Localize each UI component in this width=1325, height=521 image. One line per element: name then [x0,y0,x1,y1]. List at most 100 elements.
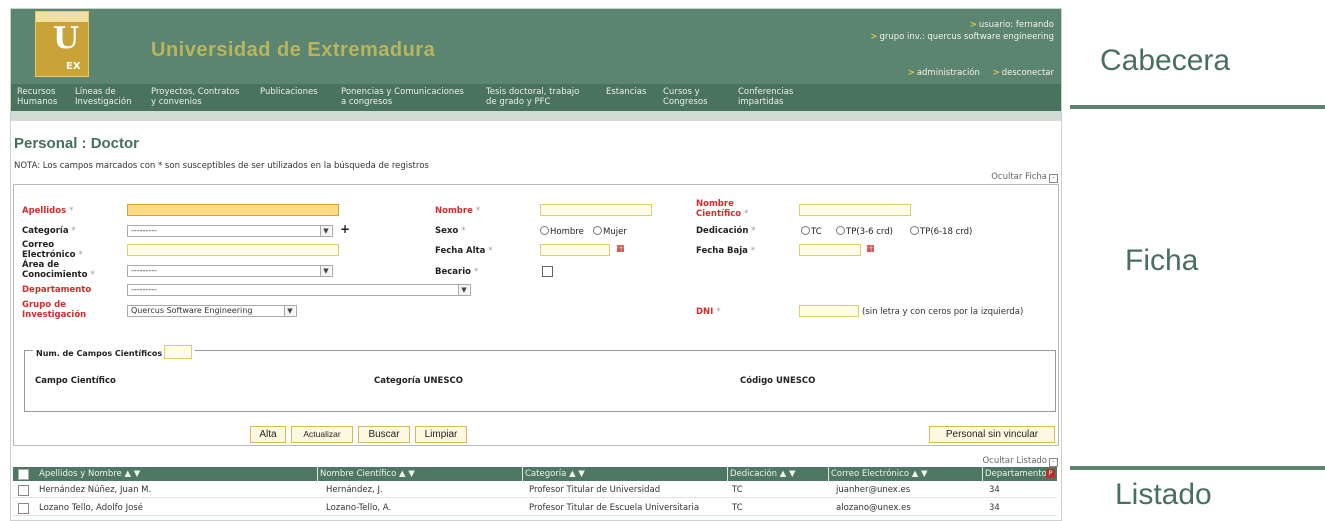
alta-button[interactable]: Alta [250,426,286,443]
dedicacion-tp618-radio[interactable]: TP(6-18 crd) [910,226,972,237]
user-line: > usuario: fernando [870,19,1054,31]
grupo-select[interactable]: Quercus Software Engineering ▼ [127,305,297,317]
grupo-value: Quercus Software Engineering [131,306,253,315]
becario-label: Becario * [435,267,479,277]
chevron-down-icon: ▼ [458,285,469,295]
nav-recursos-humanos[interactable]: Recursos Humanos [17,87,57,107]
row-checkbox[interactable] [18,503,29,514]
apellidos-input[interactable] [127,204,339,216]
cell-correo: alozano@unex.es [836,503,911,513]
actualizar-button[interactable]: Actualizar [291,426,353,443]
annotation-ficha: Ficha [1125,244,1199,277]
radio-icon [836,226,845,235]
hide-listado-label: Ocultar Listado [982,456,1047,466]
calendar-icon[interactable]: ▦ [616,244,626,254]
annotation-cabecera: Cabecera [1100,44,1231,77]
table-row[interactable]: Hernández Núñez, Juan M. Hernández, J. P… [13,482,1057,498]
main-nav: Recursos Humanos Líneas de Investigación… [11,84,1061,111]
header-departamento[interactable]: Departamento [985,469,1047,479]
group-text: grupo inv.: quercus software engineering [879,32,1054,42]
hide-ficha-toggle[interactable]: Ocultar Ficha - [991,172,1058,183]
nombre-cientifico-input[interactable] [799,204,911,216]
dni-input[interactable] [799,305,859,317]
correo-input[interactable] [127,244,339,256]
limpiar-button[interactable]: Limpiar [415,426,467,443]
nombre-cientifico-label: Nombre Científico * [696,199,749,219]
personal-sin-vincular-button[interactable]: Personal sin vincular [929,426,1055,443]
pdf-export-icon[interactable]: P [1046,469,1055,478]
arrow-icon: > [870,32,878,42]
col-categoria-unesco: Categoría UNESCO [374,376,463,386]
nav-estancias[interactable]: Estancias [606,87,646,98]
dedicacion-label: Dedicación * [696,226,756,236]
grupo-label: Grupo de Investigación [22,300,87,320]
admin-links: > administración > desconectar [908,68,1054,78]
record-form: Apellidos * Nombre * Nombre Científico *… [13,184,1059,446]
nav-ponencias[interactable]: Ponencias y Comunicaciones a congresos [341,87,464,107]
annotation-listado: Listado [1115,478,1212,511]
header: U EX Universidad de Extremadura > usuario… [11,9,1061,84]
fecha-alta-input[interactable] [540,244,610,256]
cell-departamento: 34 [989,503,1000,513]
header-categoria[interactable]: Categoría ▲ ▼ [525,469,585,479]
nav-cursos-congresos[interactable]: Cursos y Congresos [663,87,708,107]
search-note: NOTA: Los campos marcados con * son susc… [14,161,429,171]
becario-checkbox[interactable] [542,266,553,277]
admin-link[interactable]: > administración [908,68,980,78]
table-row[interactable]: Lozano Tello, Adolfo José Lozano-Tello, … [13,500,1057,516]
sexo-mujer-label: Mujer [603,227,627,237]
header-nombre-cientifico[interactable]: Nombre Científico ▲ ▼ [320,469,415,479]
dedicacion-tc-radio[interactable]: TC [801,226,822,237]
logout-link[interactable]: > desconectar [993,68,1054,78]
header-dedicacion[interactable]: Dedicación ▲ ▼ [730,469,796,479]
nav-lineas-investigacion[interactable]: Líneas de Investigación [75,87,132,107]
collapse-icon: - [1049,174,1058,183]
chevron-down-icon: ▼ [320,266,331,276]
cell-categoria: Profesor Titular de Escuela Universitari… [529,503,700,513]
admin-link-label: administración [916,68,980,78]
cell-apellidos: Hernández Núñez, Juan M. [39,485,152,495]
logo-letter: U [53,21,80,56]
header-apellidos[interactable]: Apellidos y Nombre ▲ ▼ [39,469,140,479]
campos-legend: Num. de Campos Científicos [33,345,196,359]
num-campos-input[interactable] [164,345,193,359]
radio-icon [593,226,602,235]
nav-tesis[interactable]: Tesis doctoral, trabajo de grado y PFC [486,87,579,107]
table-header: Apellidos y Nombre ▲ ▼ Nombre Científico… [13,467,1057,481]
logout-link-label: desconectar [1001,68,1054,78]
select-all-checkbox[interactable] [18,469,29,480]
categoria-label: Categoría * [22,226,76,236]
departamento-label: Departamento [22,285,92,295]
header-correo[interactable]: Correo Electrónico ▲ ▼ [831,469,928,479]
departamento-select[interactable]: --------- ▼ [127,284,471,296]
row-checkbox[interactable] [18,485,29,496]
nombre-label: Nombre * [435,206,481,216]
user-info: > usuario: fernando > grupo inv.: quercus … [870,19,1054,43]
area-select[interactable]: --------- ▼ [127,265,333,277]
nombre-input[interactable] [540,204,652,216]
hide-listado-toggle[interactable]: Ocultar Listado - [982,456,1058,467]
sexo-mujer-radio[interactable]: Mujer [593,226,627,237]
app-window: U EX Universidad de Extremadura > usuario… [10,8,1062,521]
buscar-button[interactable]: Buscar [358,426,410,443]
header-divider [982,467,983,481]
radio-icon [801,226,810,235]
categoria-select[interactable]: --------- ▼ [127,225,333,237]
apellidos-label: Apellidos * [22,206,74,216]
cell-nombre-cientifico: Hernández, J. [326,485,383,495]
dedicacion-tp618-label: TP(6-18 crd) [920,227,973,237]
dedicacion-tp36-radio[interactable]: TP(3-6 crd) [836,226,893,237]
radio-icon [910,226,919,235]
correo-label: Correo Electrónico * [22,240,83,260]
arrow-icon: > [992,68,1000,78]
add-categoria-icon[interactable]: + [340,222,350,236]
calendar-icon[interactable]: ▦ [866,244,876,254]
sexo-hombre-radio[interactable]: Hombre [540,226,584,237]
nav-publicaciones[interactable]: Publicaciones [260,87,318,98]
nav-proyectos[interactable]: Proyectos, Contratos y convenios [151,87,239,107]
area-label: Área de Conocimiento * [22,260,95,280]
categoria-value: --------- [131,226,157,235]
arrow-icon: > [969,20,977,30]
nav-conferencias[interactable]: Conferencias impartidas [738,87,793,107]
fecha-baja-input[interactable] [799,244,861,256]
